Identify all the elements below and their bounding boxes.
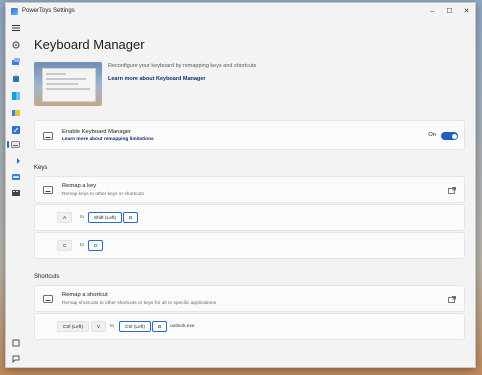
file-explorer-addons-icon[interactable] — [10, 125, 21, 135]
fancyzones-icon[interactable] — [10, 108, 21, 118]
window-title: PowerToys Settings — [22, 8, 75, 14]
color-picker-icon[interactable] — [10, 91, 21, 101]
key-mapping-row: C to D — [34, 232, 465, 259]
open-external-icon[interactable] — [448, 296, 456, 303]
maximize-button[interactable]: ☐ — [441, 3, 458, 19]
enable-keyboard-manager-card: Enable Keyboard Manager Learn more about… — [34, 120, 465, 150]
to-label: to — [110, 324, 115, 329]
close-button[interactable]: ✕ — [458, 3, 475, 19]
from-key: C — [57, 240, 73, 251]
keys-section-label: Keys — [34, 165, 48, 171]
remapping-limitations-link[interactable]: Learn more about remapping limitations — [62, 137, 154, 142]
remap-key-title: Remap a key — [62, 183, 97, 189]
toggle-knob — [451, 133, 457, 139]
from-key: Ctrl (Left) — [57, 321, 89, 332]
remap-key-subtitle: Remap keys to other keys or shortcuts — [62, 192, 144, 197]
toggle-state-label: On — [428, 132, 436, 138]
target-key: B — [123, 212, 139, 223]
awake-icon[interactable] — [10, 74, 21, 84]
keyboard-manager-icon[interactable] — [10, 139, 21, 149]
enable-title: Enable Keyboard Manager — [62, 129, 131, 135]
to-label: to — [80, 215, 85, 220]
feedback-icon[interactable] — [10, 354, 21, 364]
remap-shortcut-subtitle: Remap shortcuts to other shortcuts or ke… — [62, 301, 217, 306]
welcome-icon[interactable] — [10, 338, 21, 348]
powerrename-icon[interactable] — [10, 172, 21, 182]
powertoys-logo-icon — [11, 7, 18, 15]
open-external-icon[interactable] — [448, 187, 456, 194]
menu-icon[interactable] — [10, 23, 21, 33]
target-key: D — [88, 240, 104, 251]
selected-indicator — [7, 141, 9, 148]
key-mapping-row: A to Shift (Left) B — [34, 204, 465, 231]
remap-shortcut-card[interactable]: Remap a shortcut Remap shortcuts to othe… — [34, 285, 465, 312]
general-icon[interactable] — [10, 40, 21, 50]
enable-toggle[interactable] — [441, 132, 458, 140]
from-key: A — [57, 212, 73, 223]
target-key: Ctrl (Left) — [119, 321, 151, 332]
shortcut-guide-icon[interactable] — [10, 188, 21, 198]
page-title: Keyboard Manager — [34, 37, 145, 52]
to-label: to — [80, 243, 85, 248]
powertoys-window: PowerToys Settings – ☐ ✕ Keyboard Manage… — [5, 2, 476, 368]
shortcuts-section-label: Shortcuts — [34, 274, 60, 280]
title-bar: PowerToys Settings – ☐ ✕ — [6, 3, 475, 19]
target-key: Shift (Left) — [88, 212, 123, 223]
navigation-rail — [6, 20, 26, 368]
keyboard-icon — [43, 186, 53, 194]
shortcut-mapping-row: Ctrl (Left) V to Ctrl (Left) B outlook.e… — [34, 313, 465, 340]
keyboard-icon — [43, 295, 53, 303]
main-content: Keyboard Manager Reconfigure your keyboa… — [28, 20, 475, 367]
keyboard-icon — [43, 132, 53, 140]
from-key: V — [91, 321, 107, 332]
learn-more-link[interactable]: Learn more about Keyboard Manager — [108, 76, 206, 82]
remap-key-card[interactable]: Remap a key Remap keys to other keys or … — [34, 176, 465, 203]
page-description: Reconfigure your keyboard by remapping k… — [108, 63, 257, 69]
always-on-top-icon[interactable] — [10, 57, 21, 67]
minimize-button[interactable]: – — [424, 3, 441, 19]
keyboard-manager-hero-image — [34, 62, 102, 106]
mouse-utilities-icon[interactable] — [10, 156, 21, 166]
target-app-label: outlook.exe — [170, 324, 195, 329]
target-key: B — [152, 321, 168, 332]
remap-shortcut-title: Remap a shortcut — [62, 292, 108, 298]
